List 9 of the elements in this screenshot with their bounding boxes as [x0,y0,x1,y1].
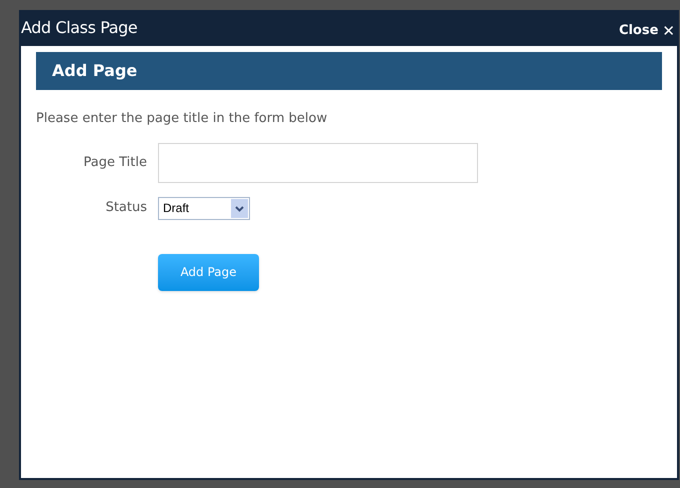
status-dropdown[interactable]: Draft [158,196,250,220]
instruction-text: Please enter the page title in the form below [36,110,328,128]
field-label: Status [104,199,147,218]
field-label: Page Title [82,154,147,172]
chevron-down-icon [231,198,248,218]
dialog-title: Add Class Page [21,17,138,39]
page-title-field[interactable] [158,142,478,182]
section-header: Add Page [36,52,662,90]
close-button[interactable]: Close ✕ [618,20,675,42]
